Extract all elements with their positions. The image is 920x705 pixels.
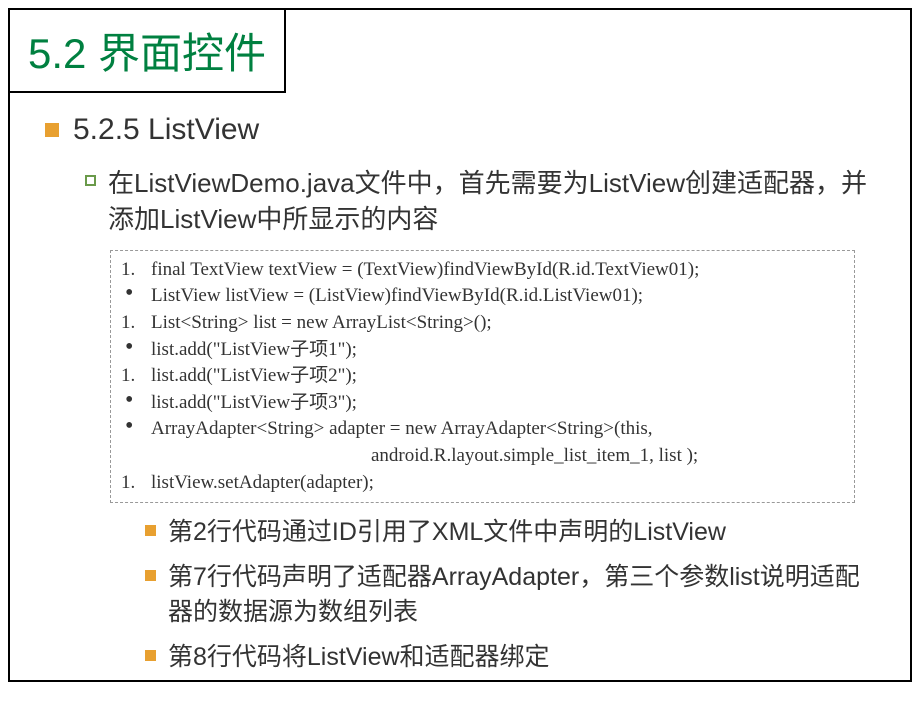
code-text: List<String> list = new ArrayList<String…	[151, 310, 844, 337]
code-marker: 1.	[121, 470, 151, 497]
code-text: ListView listView = (ListView)findViewBy…	[151, 283, 844, 310]
note-text: 第8行代码将ListView和适配器绑定	[168, 640, 550, 675]
code-marker: 1.	[121, 363, 151, 390]
section-title: 5.2.5 ListView	[73, 113, 259, 147]
description-item: 在ListViewDemo.java文件中，首先需要为ListView创建适配器…	[85, 165, 875, 238]
bullet-icon	[145, 525, 156, 536]
code-text: android.R.layout.simple_list_item_1, lis…	[151, 443, 844, 470]
note-item: 第8行代码将ListView和适配器绑定	[145, 640, 875, 675]
code-line: 1. list.add("ListView子项2");	[121, 363, 844, 390]
code-marker: •	[121, 283, 151, 305]
code-marker: •	[121, 337, 151, 359]
code-box: 1. final TextView textView = (TextView)f…	[110, 250, 855, 503]
code-marker: 1.	[121, 310, 151, 337]
description-text: 在ListViewDemo.java文件中，首先需要为ListView创建适配器…	[108, 165, 875, 238]
code-marker: 1.	[121, 257, 151, 284]
code-line: • list.add("ListView子项1");	[121, 337, 844, 364]
code-text: list.add("ListView子项3");	[151, 390, 844, 417]
code-text: list.add("ListView子项2");	[151, 363, 844, 390]
note-text: 第7行代码声明了适配器ArrayAdapter，第三个参数list说明适配器的数…	[168, 560, 875, 630]
code-line: 1. listView.setAdapter(adapter);	[121, 470, 844, 497]
slide-title: 5.2 界面控件	[28, 20, 266, 81]
note-item: 第7行代码声明了适配器ArrayAdapter，第三个参数list说明适配器的数…	[145, 560, 875, 630]
title-box: 5.2 界面控件	[8, 8, 286, 93]
code-text: list.add("ListView子项1");	[151, 337, 844, 364]
code-text: listView.setAdapter(adapter);	[151, 470, 844, 497]
code-line: 1. final TextView textView = (TextView)f…	[121, 257, 844, 284]
bullet-icon	[145, 570, 156, 581]
code-line: • ListView listView = (ListView)findView…	[121, 283, 844, 310]
bullet-icon	[145, 650, 156, 661]
section-header: 5.2.5 ListView	[45, 113, 875, 147]
slide-frame: 5.2 界面控件 5.2.5 ListView 在ListViewDemo.ja…	[8, 8, 912, 682]
code-line: 1. List<String> list = new ArrayList<Str…	[121, 310, 844, 337]
code-line: android.R.layout.simple_list_item_1, lis…	[121, 443, 844, 470]
code-marker: •	[121, 390, 151, 412]
content-area: 5.2.5 ListView 在ListViewDemo.java文件中，首先需…	[10, 93, 910, 705]
bullet-icon	[45, 123, 59, 137]
code-line: • list.add("ListView子项3");	[121, 390, 844, 417]
code-text: ArrayAdapter<String> adapter = new Array…	[151, 416, 844, 443]
note-item: 第2行代码通过ID引用了XML文件中声明的ListView	[145, 515, 875, 550]
note-text: 第2行代码通过ID引用了XML文件中声明的ListView	[168, 515, 726, 550]
code-line: • ArrayAdapter<String> adapter = new Arr…	[121, 416, 844, 443]
code-text: final TextView textView = (TextView)find…	[151, 257, 844, 284]
bullet-outline-icon	[85, 175, 96, 186]
code-marker: •	[121, 416, 151, 438]
